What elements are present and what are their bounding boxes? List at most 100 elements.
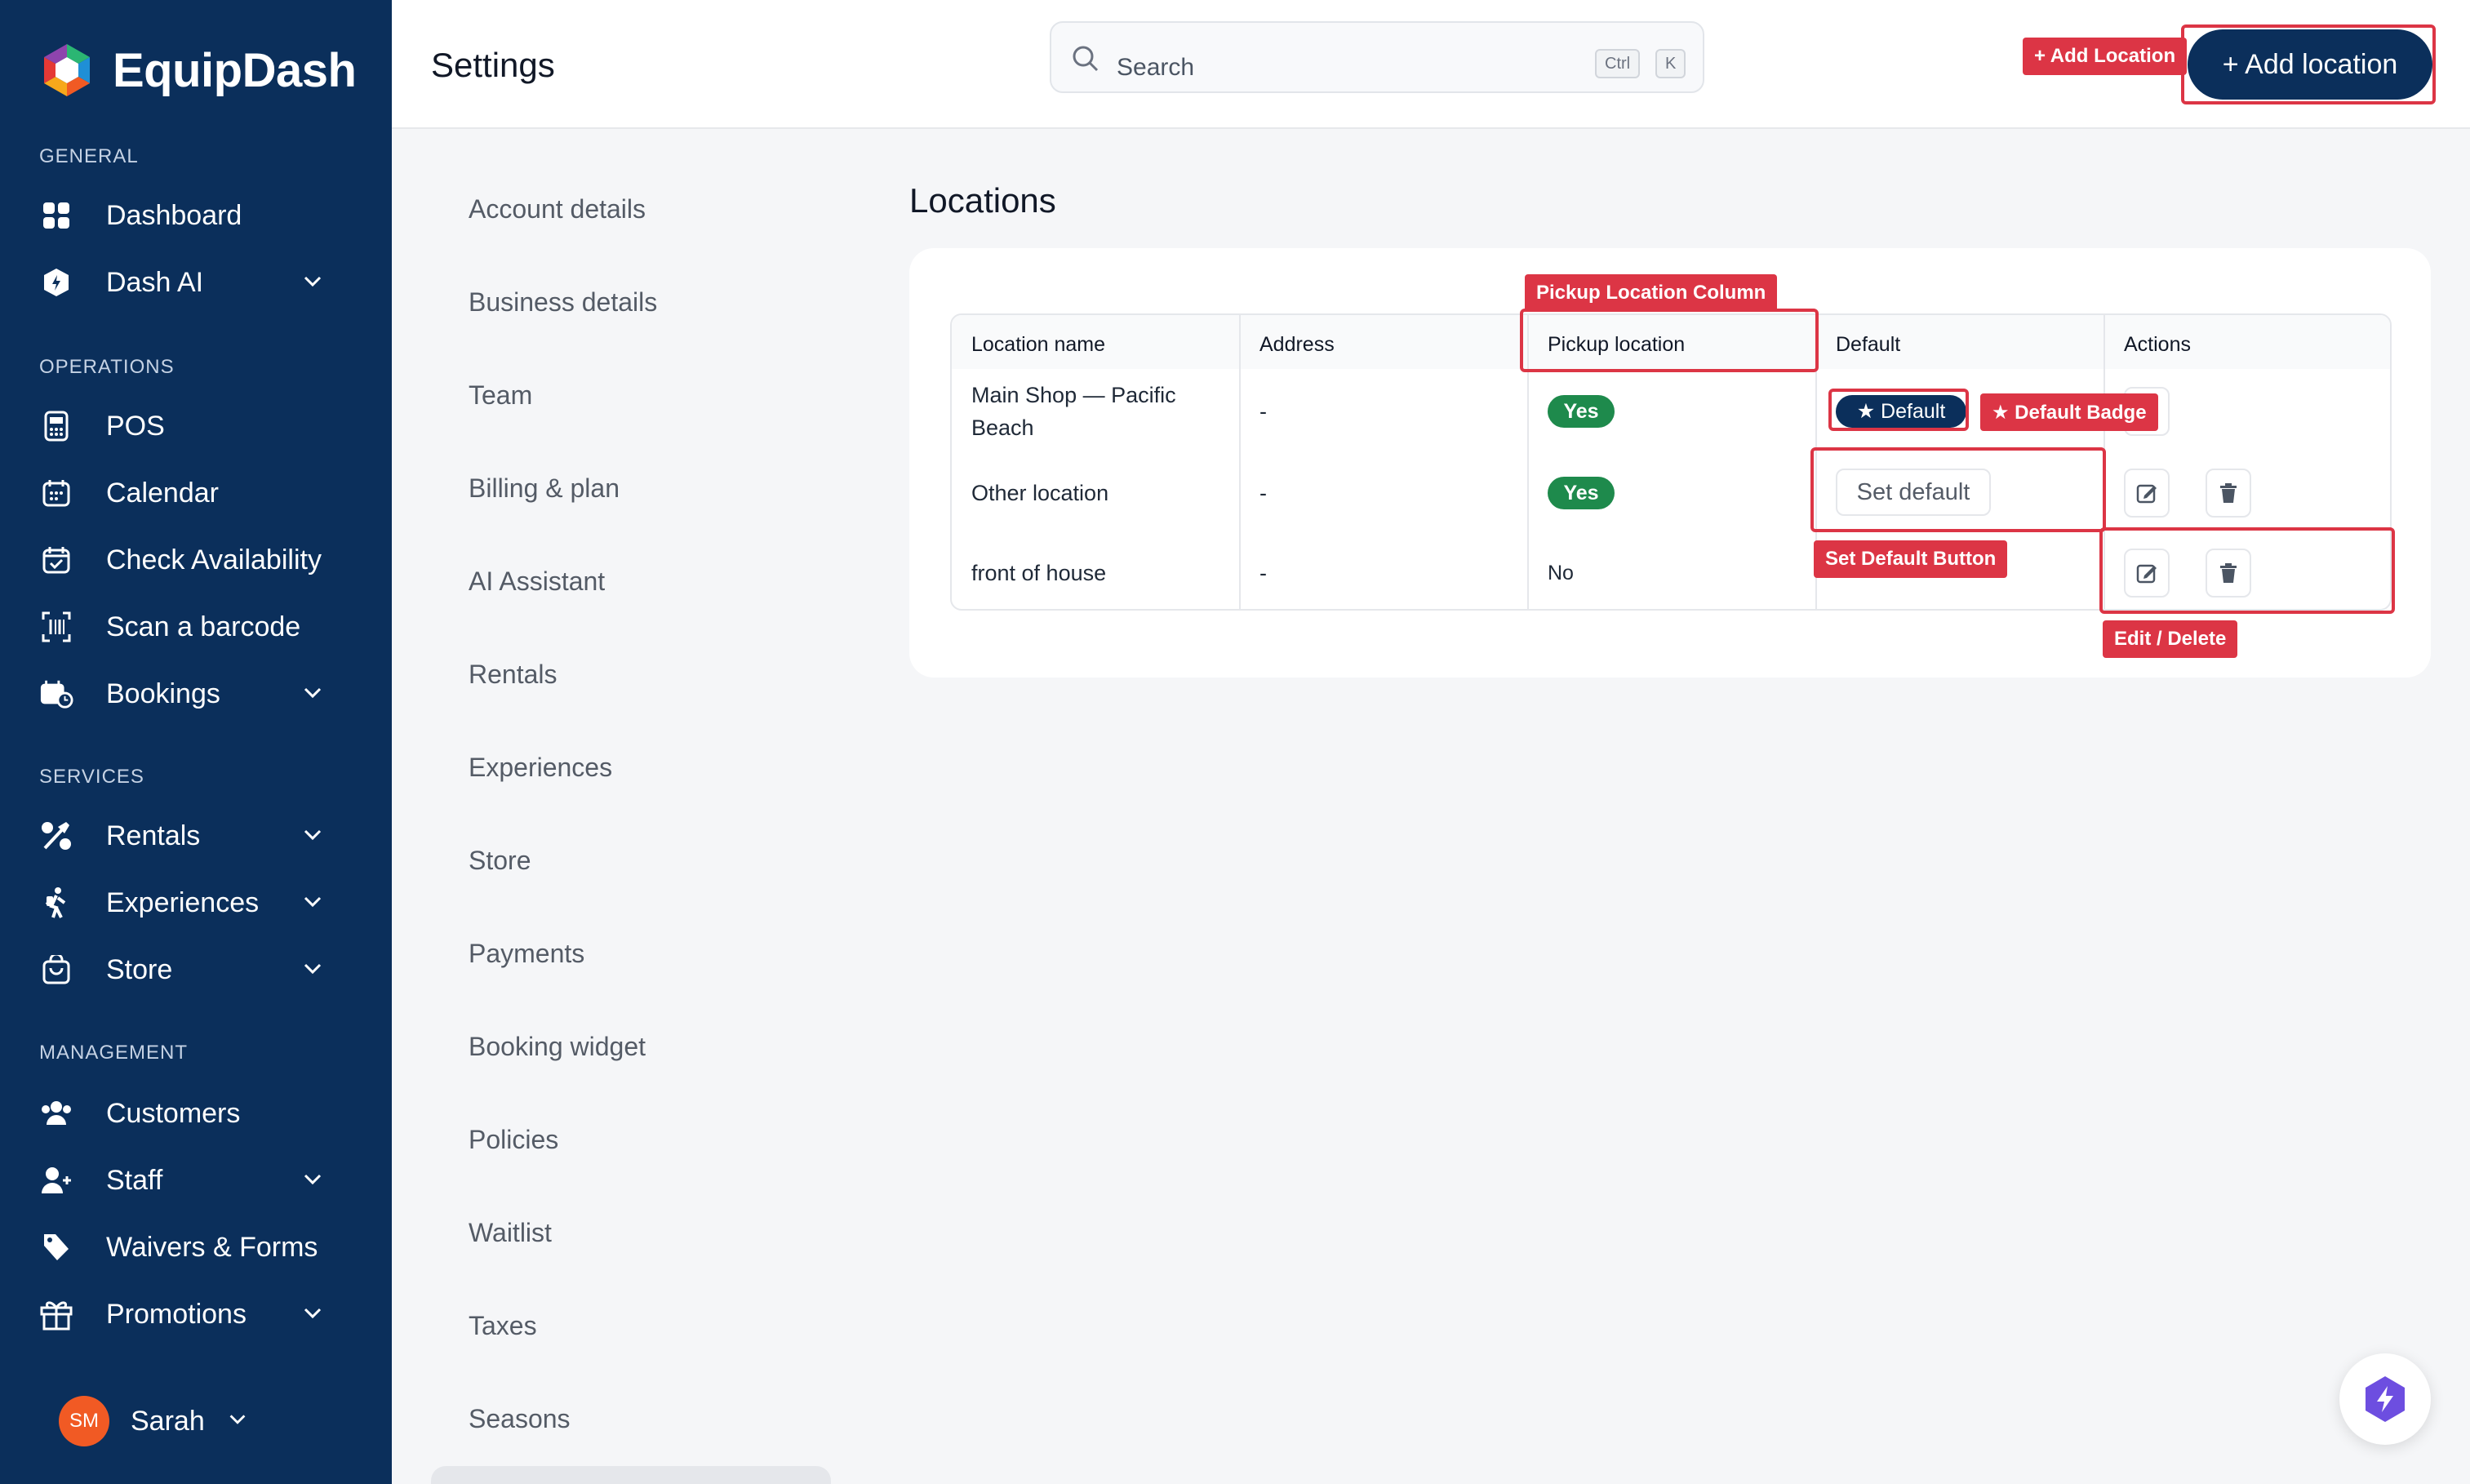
annotation-default-badge-label: ★ Default Badge <box>1980 393 2158 431</box>
avatar: SM <box>59 1396 109 1446</box>
column-divider <box>1239 315 1241 609</box>
user-name: Sarah <box>131 1405 205 1437</box>
nav-label: Dashboard <box>106 199 242 231</box>
edit-button[interactable] <box>2124 469 2170 518</box>
nav-scan-barcode[interactable]: Scan a barcode <box>39 602 349 651</box>
settings-menu-team[interactable]: Team <box>469 380 532 411</box>
section-services: SERVICES <box>39 766 144 788</box>
chevron-down-icon <box>300 1167 325 1199</box>
nav-promotions[interactable]: Promotions <box>39 1290 349 1339</box>
nav-label: POS <box>106 410 165 442</box>
store-icon <box>39 953 73 987</box>
search-icon <box>1069 42 1102 75</box>
nav-waivers[interactable]: Waivers & Forms <box>39 1223 349 1272</box>
settings-menu-rentals[interactable]: Rentals <box>469 660 558 690</box>
hiker-icon <box>39 886 73 920</box>
nav-dash-ai[interactable]: Dash AI <box>39 258 349 307</box>
settings-menu-billing[interactable]: Billing & plan <box>469 473 620 504</box>
bookings-icon <box>39 677 73 711</box>
kbd-k: K <box>1655 49 1686 78</box>
nav-label: Check Availability <box>106 544 322 575</box>
settings-menu-booking-widget[interactable]: Booking widget <box>469 1032 646 1062</box>
sidebar: EquipDash GENERAL Dashboard Dash AI OPER… <box>0 0 392 1484</box>
pickup-yes-badge: Yes <box>1548 395 1615 428</box>
equipdash-logo-icon <box>38 41 96 100</box>
nav-label: Bookings <box>106 678 220 709</box>
nav-bookings[interactable]: Bookings <box>39 669 349 718</box>
nav-label: Scan a barcode <box>106 611 301 642</box>
settings-menu-store[interactable]: Store <box>469 846 531 876</box>
kbd-ctrl: Ctrl <box>1595 49 1641 78</box>
grid-icon <box>39 198 73 233</box>
column-header-actions: Actions <box>2124 333 2191 356</box>
location-address: - <box>1259 481 1267 505</box>
annotation-add-location-box <box>2181 24 2436 104</box>
nav-experiences[interactable]: Experiences <box>39 878 349 927</box>
calendar-icon <box>39 476 73 510</box>
nav-label: Rentals <box>106 820 201 851</box>
annotation-pickup-label: Pickup Location Column <box>1525 274 1778 312</box>
settings-menu-policies[interactable]: Policies <box>469 1125 558 1155</box>
nav-staff[interactable]: Staff <box>39 1156 349 1205</box>
gift-icon <box>39 1297 73 1331</box>
chevron-down-icon <box>300 957 325 989</box>
location-name: front of house <box>971 561 1107 585</box>
chevron-down-icon <box>300 823 325 855</box>
ai-icon <box>39 265 73 300</box>
annotation-edit-delete-label: Edit / Delete <box>2103 620 2238 658</box>
nav-label: Customers <box>106 1097 241 1129</box>
nav-dashboard[interactable]: Dashboard <box>39 191 349 240</box>
nav-pos[interactable]: POS <box>39 402 349 451</box>
column-header-default: Default <box>1836 333 1901 356</box>
annotation-pickup-box <box>1520 309 1819 372</box>
column-header-address: Address <box>1259 333 1335 356</box>
column-header-name: Location name <box>971 333 1106 356</box>
location-name: Other location <box>971 481 1109 505</box>
chevron-down-icon <box>300 269 325 301</box>
pickup-yes-badge: Yes <box>1548 477 1615 509</box>
settings-menu-seasons[interactable]: Seasons <box>469 1404 571 1434</box>
section-management: MANAGEMENT <box>39 1042 189 1064</box>
nav-label: Store <box>106 953 173 985</box>
edit-icon <box>2136 484 2157 504</box>
location-address: - <box>1259 399 1267 424</box>
nav-customers[interactable]: Customers <box>39 1089 349 1138</box>
annotation-default-badge-box <box>1828 389 1969 431</box>
annotation-edit-delete-box <box>2099 527 2395 614</box>
settings-menu-waitlist[interactable]: Waitlist <box>469 1218 552 1248</box>
chevron-down-icon <box>300 1301 325 1333</box>
search-placeholder: Search <box>1117 54 1195 81</box>
chevron-down-icon <box>300 890 325 922</box>
nav-calendar[interactable]: Calendar <box>39 469 349 518</box>
staff-icon <box>39 1163 73 1197</box>
delete-button[interactable] <box>2206 469 2251 518</box>
dash-ai-floating-button[interactable] <box>2339 1353 2431 1445</box>
app-logo[interactable]: EquipDash <box>38 41 357 100</box>
settings-menu-account-details[interactable]: Account details <box>469 194 646 224</box>
nav-check-availability[interactable]: Check Availability <box>39 535 349 584</box>
pos-icon <box>39 409 73 443</box>
settings-menu-ai-assistant[interactable]: AI Assistant <box>469 566 605 597</box>
settings-menu-business-details[interactable]: Business details <box>469 287 657 318</box>
pickup-no: No <box>1548 562 1574 584</box>
tag-icon <box>39 1230 73 1264</box>
chevron-down-icon <box>226 1408 249 1435</box>
settings-menu-active-item[interactable] <box>431 1466 831 1484</box>
settings-menu-experiences[interactable]: Experiences <box>469 753 612 783</box>
search-input[interactable]: Search Ctrl K <box>1050 21 1704 93</box>
user-menu[interactable]: SM Sarah <box>59 1396 249 1446</box>
location-name: Main Shop — Pacific Beach <box>971 383 1176 440</box>
annotation-set-default-label: Set Default Button <box>1814 540 2008 578</box>
section-operations: OPERATIONS <box>39 356 175 378</box>
settings-menu-payments[interactable]: Payments <box>469 939 584 969</box>
annotation-add-location-label: + Add Location <box>2023 38 2188 75</box>
nav-rentals[interactable]: Rentals <box>39 811 349 860</box>
nav-label: Calendar <box>106 477 219 509</box>
nav-store[interactable]: Store <box>39 945 349 994</box>
section-title: Locations <box>909 181 1056 220</box>
chevron-down-icon <box>300 681 325 713</box>
barcode-icon <box>39 610 73 644</box>
customers-icon <box>39 1096 73 1131</box>
settings-menu-taxes[interactable]: Taxes <box>469 1311 537 1341</box>
nav-label: Dash AI <box>106 266 204 298</box>
